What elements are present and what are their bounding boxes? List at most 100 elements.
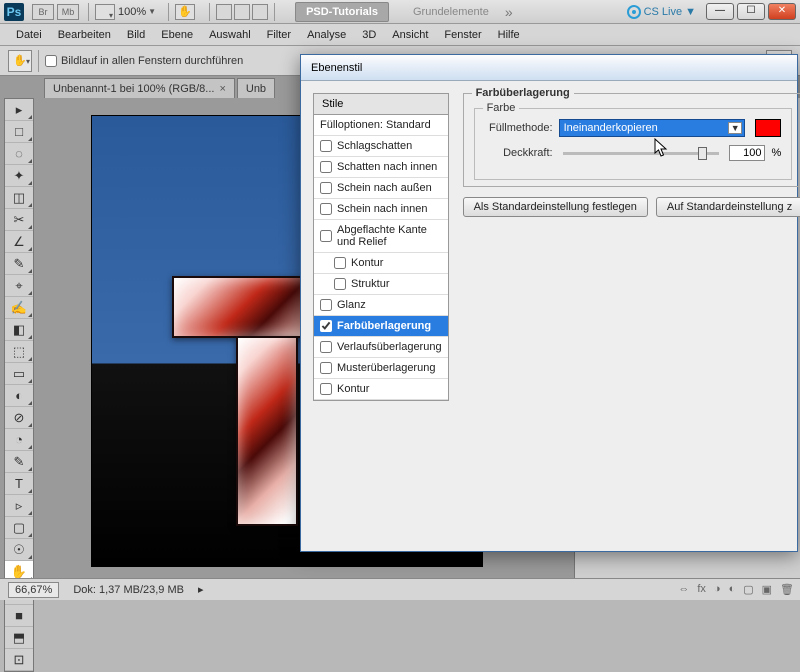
effect-checkbox[interactable] bbox=[320, 341, 332, 353]
adjustment-icon[interactable]: ◐ bbox=[729, 583, 736, 596]
minibridge-button[interactable]: Mb bbox=[57, 4, 79, 20]
folder-icon[interactable]: ▢ bbox=[743, 583, 753, 596]
zoom-input[interactable]: 66,67% bbox=[8, 582, 59, 598]
trash-icon[interactable]: 🗑 bbox=[780, 583, 794, 596]
tool-button-8[interactable]: ⌖ bbox=[5, 275, 33, 297]
tool-button-20[interactable]: ☉ bbox=[5, 539, 33, 561]
doc-tab-2[interactable]: Unb bbox=[237, 78, 275, 98]
tool-button-2[interactable]: ◌ bbox=[5, 143, 33, 165]
slider-thumb[interactable] bbox=[698, 147, 707, 160]
menu-hilfe[interactable]: Hilfe bbox=[490, 29, 528, 41]
chevron-down-icon[interactable]: ▼ bbox=[728, 122, 742, 134]
dialog-title[interactable]: Ebenenstil bbox=[301, 55, 797, 81]
opacity-slider[interactable] bbox=[563, 152, 720, 155]
menu-ebene[interactable]: Ebene bbox=[153, 29, 201, 41]
close-button[interactable]: ✕ bbox=[768, 3, 796, 20]
menu-ansicht[interactable]: Ansicht bbox=[384, 29, 436, 41]
menu-auswahl[interactable]: Auswahl bbox=[201, 29, 259, 41]
blend-mode-select[interactable]: Ineinanderkopieren ▼ bbox=[559, 119, 746, 137]
effect-checkbox[interactable] bbox=[320, 140, 332, 152]
scroll-all-windows-checkbox[interactable]: Bildlauf in allen Fenstern durchführen bbox=[45, 55, 243, 67]
tool-button-5[interactable]: ✂ bbox=[5, 209, 33, 231]
current-tool-indicator[interactable]: ✋ bbox=[8, 50, 32, 72]
tool-button-13[interactable]: ◐ bbox=[5, 385, 33, 407]
effect-checkbox[interactable] bbox=[320, 383, 332, 395]
tool-button-0[interactable]: ▸ bbox=[5, 99, 33, 121]
screen-mode-2[interactable] bbox=[234, 4, 250, 20]
styles-header[interactable]: Stile bbox=[313, 93, 449, 115]
maximize-button[interactable]: ☐ bbox=[737, 3, 765, 20]
menu-3d[interactable]: 3D bbox=[354, 29, 384, 41]
tool-button-17[interactable]: T bbox=[5, 473, 33, 495]
tool-button-23[interactable]: ■ bbox=[5, 605, 33, 627]
effect-row-farb-berlagerung[interactable]: Farbüberlagerung bbox=[314, 316, 448, 337]
opacity-input[interactable]: 100 bbox=[729, 145, 765, 161]
effect-row-muster-berlagerung[interactable]: Musterüberlagerung bbox=[314, 358, 448, 379]
tool-button-1[interactable]: □ bbox=[5, 121, 33, 143]
screen-mode-1[interactable] bbox=[216, 4, 232, 20]
new-icon[interactable]: ▣ bbox=[762, 583, 772, 596]
effect-row-kontur[interactable]: Kontur bbox=[314, 253, 448, 274]
tool-button-3[interactable]: ✦ bbox=[5, 165, 33, 187]
effect-row-schlagschatten[interactable]: Schlagschatten bbox=[314, 136, 448, 157]
tool-button-25[interactable]: ⊡ bbox=[5, 649, 33, 671]
tool-button-11[interactable]: ⬚ bbox=[5, 341, 33, 363]
tool-button-6[interactable]: ∠ bbox=[5, 231, 33, 253]
menu-datei[interactable]: Datei bbox=[8, 29, 50, 41]
tool-button-15[interactable]: ◔ bbox=[5, 429, 33, 451]
hand-tool-button[interactable]: ✋ bbox=[175, 4, 195, 20]
effect-row-verlaufs-berlagerung[interactable]: Verlaufsüberlagerung bbox=[314, 337, 448, 358]
effect-row-glanz[interactable]: Glanz bbox=[314, 295, 448, 316]
close-icon[interactable]: × bbox=[219, 83, 225, 95]
effect-checkbox[interactable] bbox=[320, 203, 332, 215]
blending-options-row[interactable]: Fülloptionen: Standard bbox=[314, 115, 448, 136]
mask-icon[interactable]: ◑ bbox=[714, 583, 721, 596]
effect-checkbox[interactable] bbox=[320, 320, 332, 332]
effect-row-kontur[interactable]: Kontur bbox=[314, 379, 448, 400]
color-swatch[interactable] bbox=[755, 119, 781, 137]
effect-row-abgeflachte-kante-und-relief[interactable]: Abgeflachte Kante und Relief bbox=[314, 220, 448, 253]
chevron-right-icon[interactable]: ▸ bbox=[198, 583, 204, 596]
zoom-level-label[interactable]: 100% bbox=[118, 6, 146, 18]
tool-button-9[interactable]: ✍ bbox=[5, 297, 33, 319]
tool-button-14[interactable]: ⊘ bbox=[5, 407, 33, 429]
tool-button-19[interactable]: ▢ bbox=[5, 517, 33, 539]
tool-button-12[interactable]: ▭ bbox=[5, 363, 33, 385]
scroll-all-checkbox[interactable] bbox=[45, 55, 57, 67]
effect-checkbox[interactable] bbox=[320, 161, 332, 173]
effect-row-schatten-nach-innen[interactable]: Schatten nach innen bbox=[314, 157, 448, 178]
effect-checkbox[interactable] bbox=[334, 257, 346, 269]
tool-button-16[interactable]: ✎ bbox=[5, 451, 33, 473]
effect-checkbox[interactable] bbox=[320, 230, 332, 242]
tool-button-18[interactable]: ▹ bbox=[5, 495, 33, 517]
expand-workspaces-icon[interactable]: » bbox=[505, 4, 513, 20]
arrange-docs-button[interactable] bbox=[95, 4, 115, 20]
tool-button-10[interactable]: ◧ bbox=[5, 319, 33, 341]
effect-row-schein-nach-innen[interactable]: Schein nach innen bbox=[314, 199, 448, 220]
cs-live-button[interactable]: CS Live ▼ bbox=[627, 5, 696, 19]
menu-fenster[interactable]: Fenster bbox=[436, 29, 489, 41]
tool-button-24[interactable]: ⬒ bbox=[5, 627, 33, 649]
effect-checkbox[interactable] bbox=[320, 362, 332, 374]
menu-analyse[interactable]: Analyse bbox=[299, 29, 354, 41]
fx-icon[interactable]: fx bbox=[697, 583, 706, 596]
link-icon[interactable]: ⇔ bbox=[678, 583, 689, 596]
effect-checkbox[interactable] bbox=[320, 182, 332, 194]
tool-button-4[interactable]: ◫ bbox=[5, 187, 33, 209]
menu-filter[interactable]: Filter bbox=[259, 29, 299, 41]
bridge-button[interactable]: Br bbox=[32, 4, 54, 20]
reset-default-button[interactable]: Auf Standardeinstellung z bbox=[656, 197, 800, 217]
doc-tab-1[interactable]: Unbenannt-1 bei 100% (RGB/8... × bbox=[44, 78, 235, 98]
make-default-button[interactable]: Als Standardeinstellung festlegen bbox=[463, 197, 648, 217]
screen-mode-3[interactable] bbox=[252, 4, 268, 20]
workspace-inactive[interactable]: Grundelemente bbox=[403, 3, 499, 21]
effect-row-schein-nach-au-en[interactable]: Schein nach außen bbox=[314, 178, 448, 199]
workspace-active[interactable]: PSD-Tutorials bbox=[295, 2, 389, 22]
effect-checkbox[interactable] bbox=[334, 278, 346, 290]
minimize-button[interactable]: — bbox=[706, 3, 734, 20]
menu-bild[interactable]: Bild bbox=[119, 29, 153, 41]
tool-button-7[interactable]: ✎ bbox=[5, 253, 33, 275]
effect-checkbox[interactable] bbox=[320, 299, 332, 311]
menu-bearbeiten[interactable]: Bearbeiten bbox=[50, 29, 119, 41]
chevron-down-icon[interactable]: ▼ bbox=[148, 7, 156, 16]
